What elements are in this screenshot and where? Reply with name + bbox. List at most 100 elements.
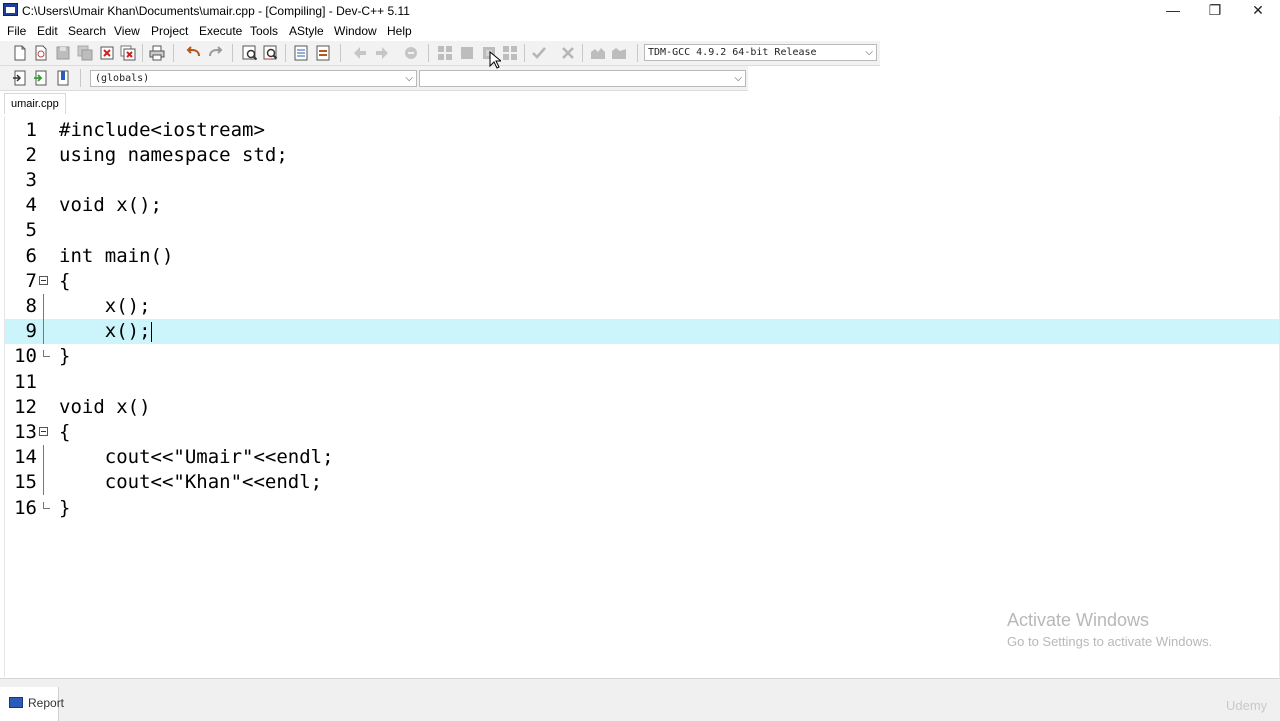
- minimize-button[interactable]: —: [1151, 0, 1195, 22]
- replace-icon[interactable]: [263, 45, 279, 61]
- compile-icon[interactable]: [437, 45, 453, 61]
- compiler-select-value: TDM-GCC 4.9.2 64-bit Release: [648, 47, 817, 58]
- line-number: 11: [14, 371, 37, 393]
- code-line[interactable]: 12 void x(): [5, 395, 1279, 420]
- menu-window[interactable]: Window: [334, 24, 377, 38]
- print-icon[interactable]: [149, 45, 165, 61]
- toolbar-separator: [285, 44, 286, 62]
- code-text[interactable]: cout<<"Umair"<<endl;: [59, 445, 334, 470]
- line-number: 5: [25, 219, 37, 241]
- line-number: 4: [25, 194, 37, 216]
- toolbar-separator: [142, 44, 143, 62]
- line-number: 10: [14, 345, 37, 367]
- class-combo-value: (globals): [95, 73, 150, 84]
- code-text[interactable]: }: [59, 344, 70, 369]
- class-combo[interactable]: (globals) ⌵: [90, 70, 417, 87]
- code-text[interactable]: {: [59, 420, 70, 445]
- debug-icon[interactable]: [590, 45, 606, 61]
- goto-definition-icon[interactable]: [315, 45, 331, 61]
- member-combo[interactable]: ⌵: [419, 70, 746, 87]
- restore-button[interactable]: ❐: [1193, 0, 1237, 22]
- close-button[interactable]: ✕: [1236, 0, 1280, 22]
- code-line[interactable]: 10 }: [5, 344, 1279, 369]
- code-line[interactable]: 15 cout<<"Khan"<<endl;: [5, 470, 1279, 495]
- profile-icon[interactable]: [611, 45, 627, 61]
- rebuild-all-icon[interactable]: [502, 45, 518, 61]
- code-line[interactable]: 6 int main(): [5, 244, 1279, 269]
- menu-astyle[interactable]: AStyle: [289, 24, 324, 38]
- code-text[interactable]: }: [59, 496, 70, 521]
- redo-icon[interactable]: [207, 45, 223, 61]
- find-icon[interactable]: [242, 45, 258, 61]
- code-line[interactable]: 7 {: [5, 269, 1279, 294]
- menu-view[interactable]: View: [114, 24, 140, 38]
- code-line[interactable]: 3: [5, 168, 1279, 193]
- code-line[interactable]: 11: [5, 370, 1279, 395]
- insert-icon[interactable]: [12, 70, 28, 86]
- code-line[interactable]: 1 #include<iostream>: [5, 118, 1279, 143]
- clean-icon[interactable]: [560, 45, 576, 61]
- code-text[interactable]: void x();: [59, 193, 162, 218]
- code-line[interactable]: 8 x();: [5, 294, 1279, 319]
- fold-end-marker: [43, 350, 50, 357]
- new-file-icon[interactable]: [12, 45, 28, 61]
- text-caret: [150, 321, 152, 342]
- bottom-panel: Report Udemy: [0, 678, 1280, 721]
- bookmark-icon[interactable]: [55, 70, 71, 86]
- report-tab[interactable]: Report: [0, 687, 64, 721]
- code-text[interactable]: #include<iostream>: [59, 118, 265, 143]
- tab-umair-cpp[interactable]: umair.cpp: [4, 93, 66, 114]
- menu-edit[interactable]: Edit: [37, 24, 58, 38]
- code-line[interactable]: 14 cout<<"Umair"<<endl;: [5, 445, 1279, 470]
- close-all-icon[interactable]: [120, 45, 136, 61]
- menu-search[interactable]: Search: [68, 24, 106, 38]
- code-text[interactable]: int main(): [59, 244, 173, 269]
- code-text[interactable]: cout<<"Khan"<<endl;: [59, 470, 322, 495]
- menu-file[interactable]: File: [7, 24, 26, 38]
- close-file-icon[interactable]: [99, 45, 115, 61]
- fold-guide: [43, 319, 44, 344]
- devcpp-app-icon[interactable]: [3, 3, 18, 16]
- save-icon[interactable]: [55, 45, 71, 61]
- run-icon[interactable]: [459, 45, 475, 61]
- toolbar-separator: [637, 44, 638, 62]
- fold-collapse-icon[interactable]: [39, 427, 48, 436]
- save-all-icon[interactable]: [77, 45, 93, 61]
- fold-collapse-icon[interactable]: [39, 276, 48, 285]
- code-text-content: x();: [59, 320, 151, 342]
- undo-icon[interactable]: [186, 45, 202, 61]
- indent-left-icon[interactable]: [352, 45, 368, 61]
- indent-right-icon[interactable]: [374, 45, 390, 61]
- line-number: 14: [14, 446, 37, 468]
- menu-project[interactable]: Project: [151, 24, 188, 38]
- chevron-down-icon: ⌵: [734, 73, 742, 84]
- toggle-bookmark-green-icon[interactable]: [33, 70, 49, 86]
- editor-tabs: umair.cpp: [0, 91, 1280, 115]
- code-line[interactable]: 4 void x();: [5, 193, 1279, 218]
- goto-line-icon[interactable]: [293, 45, 309, 61]
- code-text[interactable]: x();: [59, 294, 151, 319]
- line-number: 13: [14, 421, 37, 443]
- menu-bar: File Edit Search View Project Execute To…: [0, 22, 1280, 41]
- code-line-active[interactable]: 9 x();: [5, 319, 1279, 344]
- fold-end-marker: [43, 502, 50, 509]
- class-toolbar: (globals) ⌵ ⌵: [0, 66, 748, 91]
- code-line[interactable]: 13 {: [5, 420, 1279, 445]
- open-file-icon[interactable]: [33, 45, 49, 61]
- menu-help[interactable]: Help: [387, 24, 412, 38]
- compiler-select[interactable]: TDM-GCC 4.9.2 64-bit Release ⌵: [644, 44, 877, 61]
- code-line[interactable]: 5: [5, 218, 1279, 243]
- syntax-check-icon[interactable]: [531, 45, 547, 61]
- code-line[interactable]: 2 using namespace std;: [5, 143, 1279, 168]
- title-bar: C:\Users\Umair Khan\Documents\umair.cpp …: [0, 0, 1280, 22]
- code-text[interactable]: using namespace std;: [59, 143, 288, 168]
- code-editor[interactable]: 1 #include<iostream> 2 using namespace s…: [4, 116, 1280, 677]
- activate-windows-title: Activate Windows: [1007, 610, 1150, 630]
- menu-tools[interactable]: Tools: [250, 24, 278, 38]
- code-text[interactable]: x();: [59, 319, 152, 344]
- code-line[interactable]: 16 }: [5, 496, 1279, 521]
- code-text[interactable]: void x(): [59, 395, 151, 420]
- code-text[interactable]: {: [59, 269, 70, 294]
- toggle-bookmark-icon[interactable]: [403, 45, 419, 61]
- menu-execute[interactable]: Execute: [199, 24, 242, 38]
